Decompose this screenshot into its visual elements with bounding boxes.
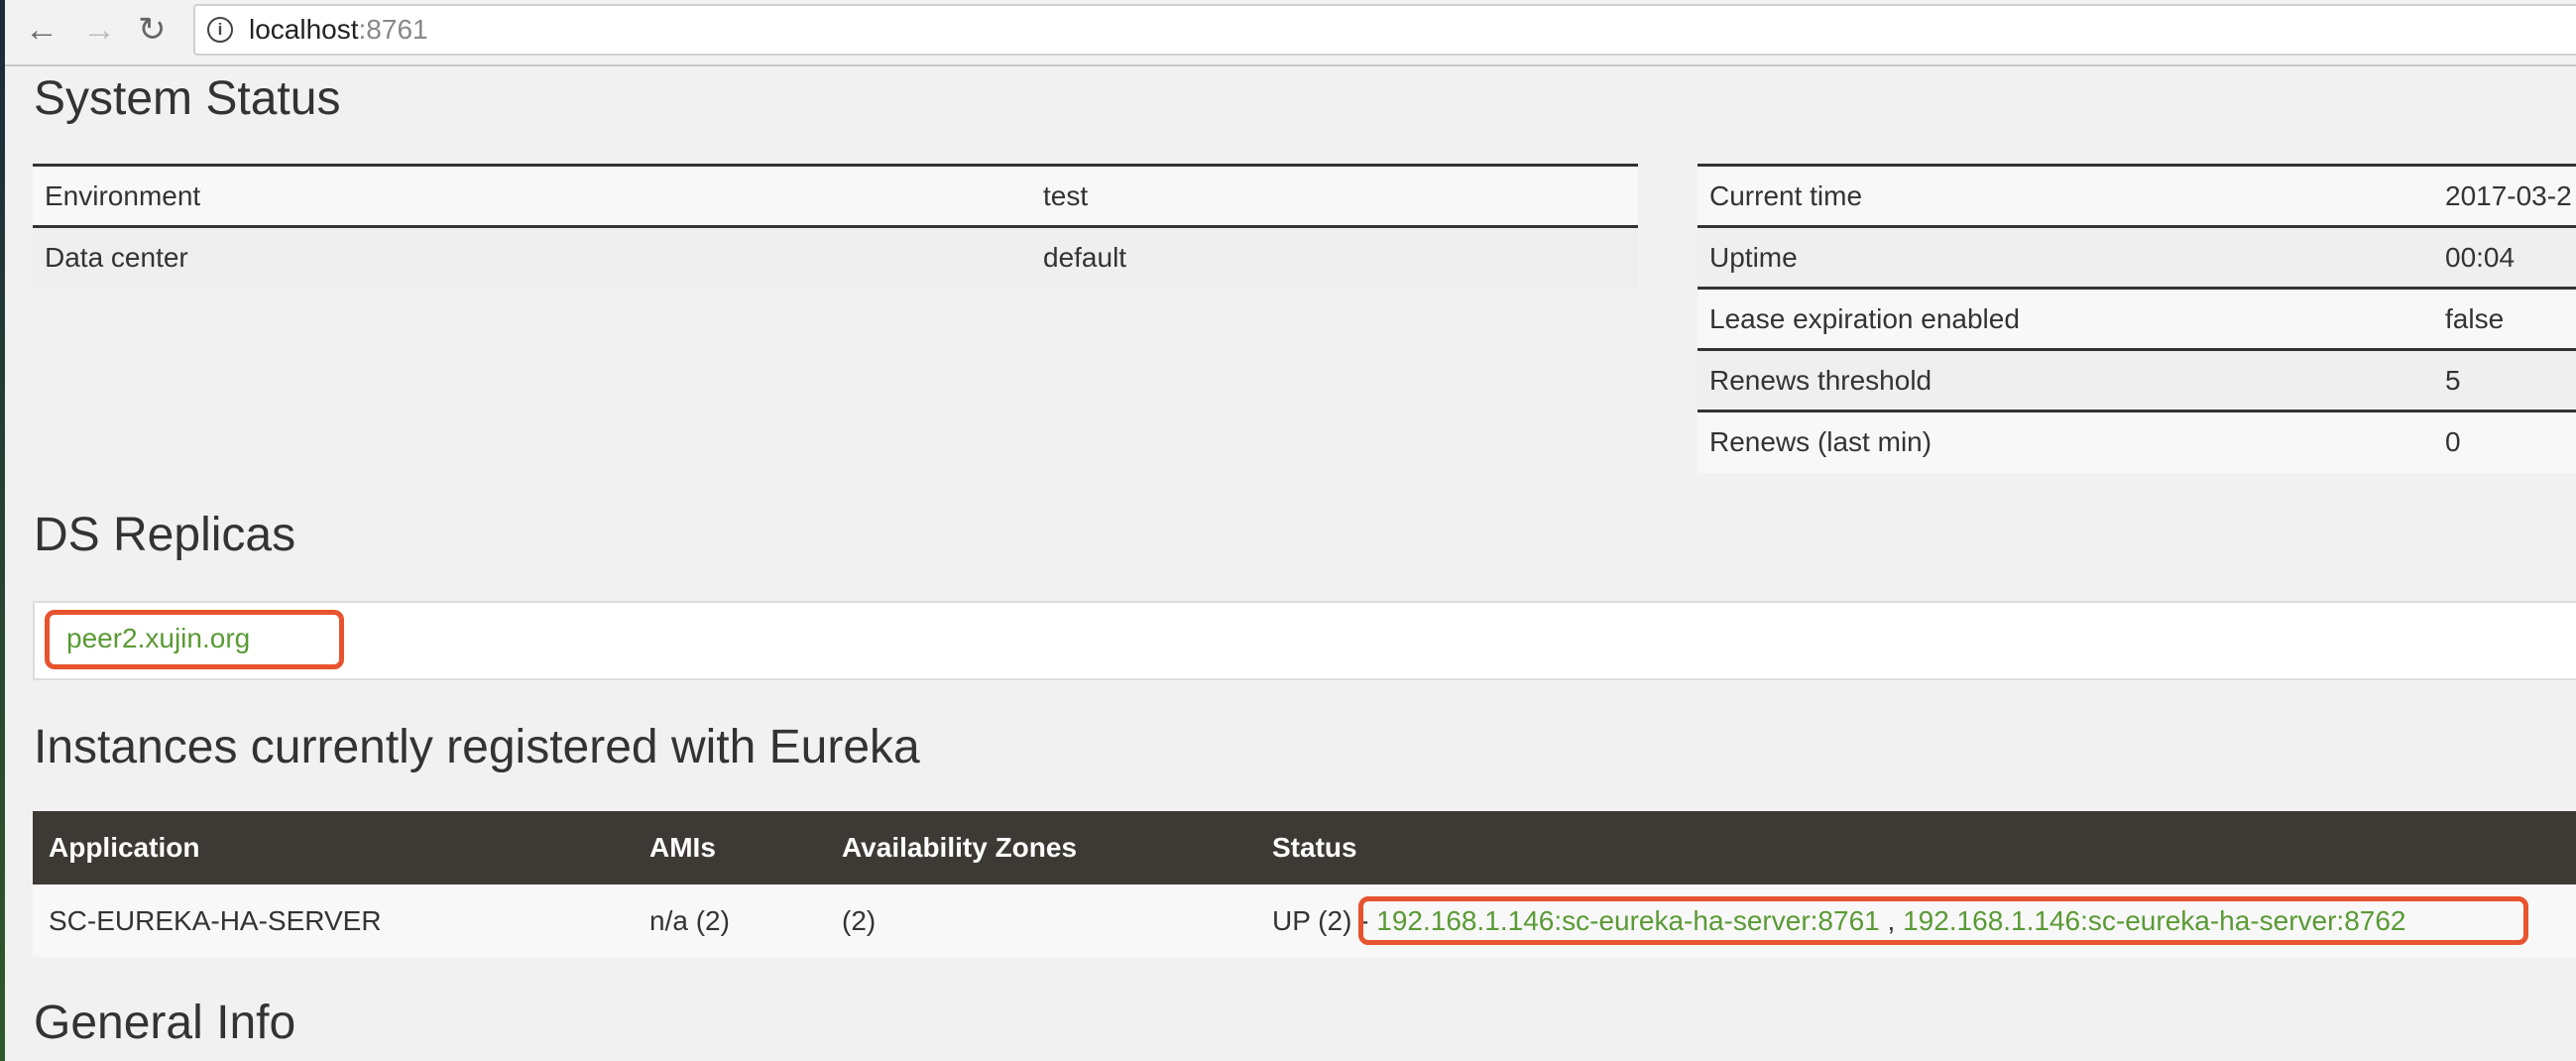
table-row: Lease expiration enabled false [1698, 287, 2576, 350]
info-icon[interactable]: i [207, 17, 233, 43]
address-bar[interactable]: i localhost:8761 [193, 4, 2576, 56]
value: test [1031, 164, 1638, 227]
col-zones: Availability Zones [826, 811, 1256, 884]
status-text: UP (2) [1272, 904, 1352, 936]
value: default [1031, 225, 1638, 289]
reload-icon[interactable]: ↻ [138, 10, 167, 50]
table-row: Renews threshold 5 [1698, 348, 2576, 412]
label: Data center [33, 225, 1031, 289]
label: Current time [1698, 164, 2433, 227]
table-row: Uptime 00:04 [1698, 225, 2576, 289]
value: 0 [2433, 410, 2576, 473]
system-status-right-table: Current time 2017-03-2 Uptime 00:04 Lease … [1698, 164, 2576, 473]
ds-replicas-heading: DS Replicas [34, 509, 296, 561]
col-amis: AMIs [634, 811, 826, 884]
url-port: :8761 [358, 14, 428, 45]
table-row: Current time 2017-03-2 [1698, 164, 2576, 227]
desktop-edge [0, 0, 5, 1061]
col-application: Application [33, 811, 634, 884]
system-status-heading: System Status [34, 72, 341, 125]
highlight-box [45, 610, 344, 669]
value: false [2433, 287, 2576, 350]
url-host: localhost [249, 14, 359, 45]
value: 00:04 [2433, 225, 2576, 289]
value: 2017-03-2 [2433, 164, 2576, 227]
table-row: Environment test [33, 164, 1638, 227]
highlight-box [1358, 896, 2528, 945]
back-icon[interactable]: ← [25, 10, 59, 50]
general-info-heading: General Info [34, 997, 296, 1049]
col-status: Status [1256, 811, 2576, 884]
browser-toolbar: ← → ↻ i localhost:8761 [5, 0, 2576, 66]
system-status-left-table: Environment test Data center default [33, 164, 1638, 289]
label: Renews threshold [1698, 348, 2433, 412]
label: Lease expiration enabled [1698, 287, 2433, 350]
app-name: SC-EUREKA-HA-SERVER [33, 884, 634, 957]
replicas-list: peer2.xujin.org [33, 601, 2576, 680]
table-row: Renews (last min) 0 [1698, 410, 2576, 473]
zones: (2) [826, 884, 1256, 957]
value: 5 [2433, 348, 2576, 412]
label: Renews (last min) [1698, 410, 2433, 473]
amis: n/a (2) [634, 884, 826, 957]
forward-icon[interactable]: → [82, 10, 116, 50]
label: Environment [33, 164, 1031, 227]
instances-heading: Instances currently registered with Eure… [34, 721, 920, 773]
table-row: Data center default [33, 225, 1638, 289]
table-header: Application AMIs Availability Zones Stat… [33, 811, 2576, 884]
label: Uptime [1698, 225, 2433, 289]
